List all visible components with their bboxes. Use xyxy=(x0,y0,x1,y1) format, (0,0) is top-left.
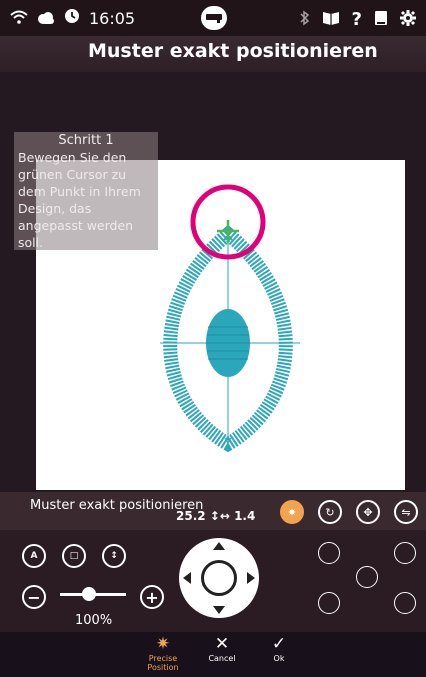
direction-pad[interactable] xyxy=(179,538,259,618)
corner-top-left-button[interactable] xyxy=(318,542,340,564)
rotate-mode-button[interactable]: ↻ xyxy=(318,500,342,524)
clock-icon xyxy=(64,8,80,28)
status-right: ? xyxy=(300,9,416,30)
status-left: 16:05 xyxy=(10,8,135,28)
mirror-mode-button[interactable]: ⇋ xyxy=(394,500,418,524)
clock-time: 16:05 xyxy=(89,8,136,28)
zoom-slider-thumb[interactable] xyxy=(82,587,96,601)
cancel-button[interactable]: ✕ Cancel xyxy=(192,634,252,663)
corner-bottom-left-button[interactable] xyxy=(318,592,340,614)
precise-position-icon: ✷ xyxy=(155,634,171,654)
zoom-hoop-icon: ↕ xyxy=(110,551,118,561)
up-arrow-icon[interactable] xyxy=(213,542,225,550)
bluetooth-icon xyxy=(300,10,310,30)
title-bar: Muster exakt positionieren xyxy=(0,36,426,72)
settings-gear-icon[interactable] xyxy=(400,9,416,30)
position-toolbar: Muster exakt positionieren 25.2 ↕↔ 1.4 ✷… xyxy=(0,492,426,530)
rotate-icon: ↻ xyxy=(325,505,335,519)
step-text: Bewegen Sie den grünen Cursor zu dem Pun… xyxy=(18,150,141,250)
zoom-in-button[interactable]: + xyxy=(140,585,164,609)
status-bar: 16:05 ? xyxy=(0,0,426,36)
precise-position-button[interactable]: ✷ Precise Position xyxy=(133,634,193,672)
controls-panel: A □ ↕ − + 100% xyxy=(0,530,426,632)
manual-icon[interactable] xyxy=(374,10,388,30)
zoom-out-button[interactable]: − xyxy=(22,585,46,609)
book-icon[interactable] xyxy=(322,10,340,29)
check-icon: ✓ xyxy=(271,634,287,654)
zoom-hoop-button[interactable]: ↕ xyxy=(102,544,126,568)
cancel-label: Cancel xyxy=(208,654,236,663)
precise-position-label: Precise Position xyxy=(147,654,179,672)
close-icon: ✕ xyxy=(214,634,230,654)
zoom-percent: 100% xyxy=(75,613,113,628)
center-button[interactable] xyxy=(201,560,237,596)
zoom-box-button[interactable]: □ xyxy=(62,544,86,568)
down-arrow-icon[interactable] xyxy=(213,606,225,614)
zoom-box-icon: □ xyxy=(69,551,79,561)
step-tooltip: Schritt 1 Bewegen Sie den grünen Cursor … xyxy=(14,132,158,250)
precise-position-mode-button[interactable]: ✷ xyxy=(280,500,304,524)
corner-bottom-right-button[interactable] xyxy=(394,592,416,614)
zoom-all-icon: A xyxy=(30,551,38,561)
mirror-icon: ⇋ xyxy=(401,505,411,519)
move-icon: ✥ xyxy=(363,505,373,519)
ok-button[interactable]: ✓ Ok xyxy=(249,634,309,663)
page-title: Muster exakt positionieren xyxy=(88,40,378,62)
wifi-icon xyxy=(10,9,28,28)
left-arrow-icon[interactable] xyxy=(183,572,191,584)
zoom-all-button[interactable]: A xyxy=(22,544,46,568)
move-mode-button[interactable]: ✥ xyxy=(356,500,380,524)
right-arrow-icon[interactable] xyxy=(247,572,255,584)
embroidery-stage[interactable]: Schritt 1 Bewegen Sie den grünen Cursor … xyxy=(0,72,426,492)
corner-center-button[interactable] xyxy=(356,566,378,588)
corner-top-right-button[interactable] xyxy=(394,542,416,564)
step-title: Schritt 1 xyxy=(58,133,114,148)
position-coords: 25.2 ↕↔ 1.4 xyxy=(176,509,256,523)
plus-icon: + xyxy=(145,587,159,607)
help-icon[interactable]: ? xyxy=(352,9,362,30)
machine-icon[interactable] xyxy=(201,6,227,30)
bottom-bar: ✷ Precise Position ✕ Cancel ✓ Ok xyxy=(0,632,426,677)
ok-label: Ok xyxy=(273,654,285,663)
precise-position-icon: ✷ xyxy=(287,505,297,519)
minus-icon: − xyxy=(27,587,41,607)
cloud-icon xyxy=(37,9,55,28)
